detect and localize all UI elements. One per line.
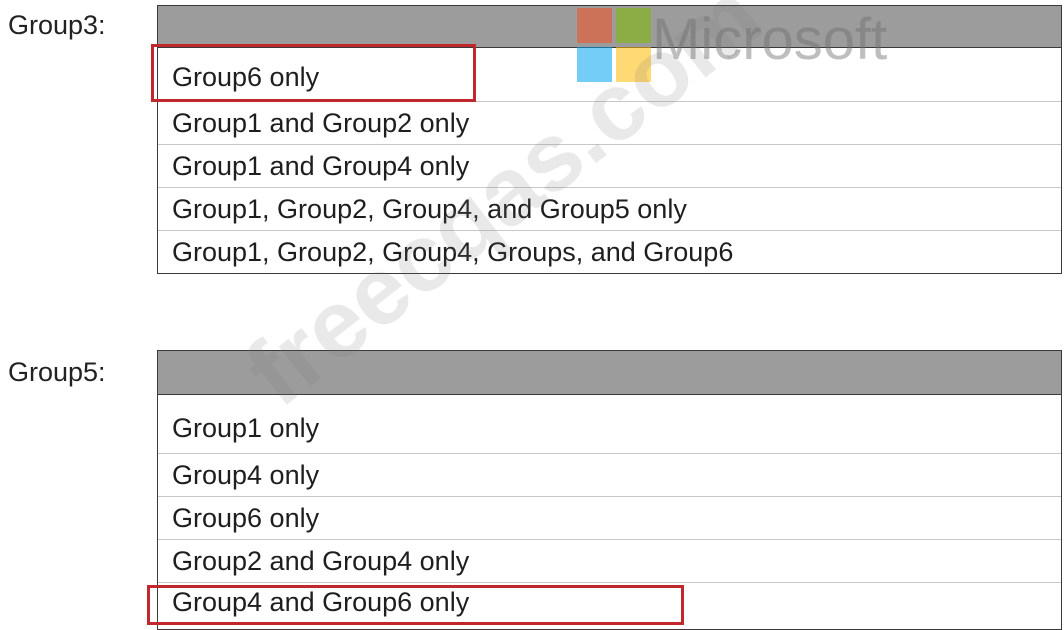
group3-option[interactable]: Group1, Group2, Group4, Groups, and Grou… [158,230,1061,273]
group5-label: Group5: [8,357,106,387]
group5-option[interactable]: Group4 only [158,453,1061,496]
group5-option[interactable]: Group2 and Group4 only [158,539,1061,582]
dropdown-header[interactable] [158,6,1061,48]
group3-dropdown[interactable]: Group6 only Group1 and Group2 only Group… [157,5,1062,274]
group5-option[interactable]: Group4 and Group6 only [158,582,1061,625]
group5-dropdown[interactable]: Group1 only Group4 only Group6 only Grou… [157,350,1062,630]
group5-option[interactable]: Group6 only [158,496,1061,539]
group3-option[interactable]: Group1 and Group4 only [158,144,1061,187]
group3-option[interactable]: Group1, Group2, Group4, and Group5 only [158,187,1061,230]
group5-option[interactable]: Group1 only [158,395,1061,453]
group3-option[interactable]: Group1 and Group2 only [158,101,1061,144]
group3-option[interactable]: Group6 only [158,48,1061,101]
group3-label: Group3: [8,10,106,40]
dropdown-header[interactable] [158,351,1061,395]
